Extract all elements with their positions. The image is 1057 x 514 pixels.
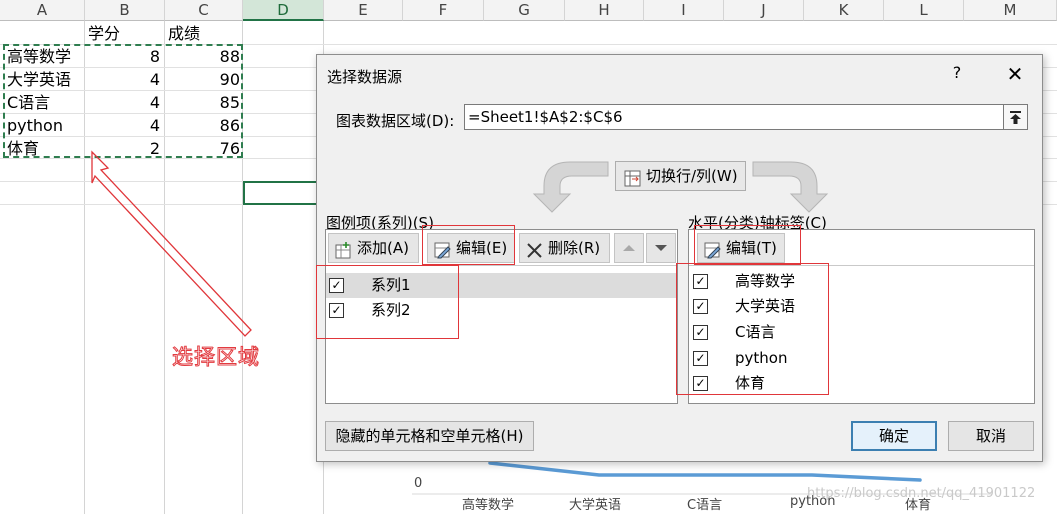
triangle-down-icon <box>655 245 667 251</box>
chart-category: 大学英语 <box>569 498 622 513</box>
axis-labels-panel: 编辑(T) ✓ 高等数学 ✓ 大学英语 ✓ C语言 ✓ python ✓ 体育 <box>688 229 1035 404</box>
col-header-i[interactable]: I <box>644 0 724 21</box>
edit-series-label: 编辑(E) <box>456 239 508 257</box>
annotation-arrow-icon <box>91 150 252 337</box>
category-name: C语言 <box>735 323 776 341</box>
right-curved-arrow-icon <box>752 161 829 213</box>
col-header-k[interactable]: K <box>804 0 884 21</box>
series-row[interactable]: ✓ 系列1 <box>326 273 677 298</box>
series-name: 系列2 <box>371 301 411 319</box>
category-row[interactable]: ✓ C语言 <box>689 320 1034 345</box>
category-checkbox[interactable]: ✓ <box>693 325 708 340</box>
close-button[interactable]: ✕ <box>1001 61 1029 87</box>
axis-toolbar: 编辑(T) <box>689 230 1034 266</box>
category-name: 大学英语 <box>735 297 796 315</box>
category-checkbox[interactable]: ✓ <box>693 274 708 289</box>
delete-series-button[interactable]: 删除(R) <box>519 233 610 263</box>
switch-row-column-label: 切换行/列(W) <box>646 167 738 185</box>
upload-arrow-icon <box>1010 110 1021 124</box>
category-name: 高等数学 <box>735 272 796 290</box>
cancel-button[interactable]: 取消 <box>948 421 1034 451</box>
chart-y-tick: 0 <box>414 476 423 491</box>
category-row[interactable]: ✓ 体育 <box>689 371 1034 396</box>
category-checkbox[interactable]: ✓ <box>693 299 708 314</box>
category-name: 体育 <box>735 374 766 392</box>
screen: A B C D E F G H I J K L M 学分 成绩 高等数学 8 8… <box>0 0 1057 514</box>
add-series-button[interactable]: 添加(A) <box>328 233 419 263</box>
series-checkbox[interactable]: ✓ <box>329 303 344 318</box>
col-header-e[interactable]: E <box>324 0 403 21</box>
category-row[interactable]: ✓ 高等数学 <box>689 269 1034 294</box>
series-row[interactable]: ✓ 系列2 <box>326 298 677 323</box>
add-table-icon <box>335 240 352 268</box>
ok-button[interactable]: 确定 <box>851 421 937 451</box>
switch-grid-icon <box>624 168 641 196</box>
annotation-label: 选择区域 <box>172 345 260 370</box>
col-header-m[interactable]: M <box>964 0 1057 21</box>
collapse-dialog-button[interactable] <box>1003 104 1028 130</box>
edit-pencil-icon <box>434 240 451 268</box>
legend-series-panel: 添加(A) 编辑(E) 删除(R) ✓ 系列1 ✓ 系列2 <box>325 229 678 404</box>
col-header-h[interactable]: H <box>565 0 644 21</box>
move-up-button[interactable] <box>614 233 644 263</box>
col-header-j[interactable]: J <box>724 0 804 21</box>
move-down-button[interactable] <box>646 233 676 263</box>
category-row[interactable]: ✓ python <box>689 346 1034 371</box>
chart-category: 高等数学 <box>462 498 515 513</box>
edit-pencil-icon <box>704 240 721 268</box>
select-data-source-dialog: 选择数据源 ? ✕ 图表数据区域(D): =Sheet1!$A$2:$C$6 切… <box>316 54 1043 462</box>
edit-axis-labels-label: 编辑(T) <box>726 239 777 257</box>
triangle-up-icon <box>623 245 635 251</box>
chart-category: C语言 <box>687 498 723 513</box>
dialog-title: 选择数据源 <box>327 68 403 86</box>
category-checkbox[interactable]: ✓ <box>693 376 708 391</box>
range-label: 图表数据区域(D): <box>336 112 455 130</box>
chart-range-input[interactable]: =Sheet1!$A$2:$C$6 <box>464 104 1004 130</box>
col-header-g[interactable]: G <box>484 0 565 21</box>
delete-series-label: 删除(R) <box>548 239 601 257</box>
category-checkbox[interactable]: ✓ <box>693 351 708 366</box>
edit-series-button[interactable]: 编辑(E) <box>427 233 515 263</box>
add-series-label: 添加(A) <box>357 239 409 257</box>
watermark: https://blog.csdn.net/qq_41901122 <box>807 486 1036 501</box>
col-header-f[interactable]: F <box>403 0 484 21</box>
legend-toolbar: 添加(A) 编辑(E) 删除(R) <box>326 230 677 266</box>
hidden-empty-cells-button[interactable]: 隐藏的单元格和空单元格(H) <box>325 421 534 451</box>
category-name: python <box>735 349 788 367</box>
left-curved-arrow-icon <box>532 161 609 213</box>
category-row[interactable]: ✓ 大学英语 <box>689 294 1034 319</box>
series-checkbox[interactable]: ✓ <box>329 278 344 293</box>
switch-row-column-button[interactable]: 切换行/列(W) <box>615 161 746 191</box>
delete-x-icon <box>526 240 543 268</box>
help-button[interactable]: ? <box>947 63 967 85</box>
series-name: 系列1 <box>371 276 411 294</box>
col-header-l[interactable]: L <box>884 0 964 21</box>
edit-axis-labels-button[interactable]: 编辑(T) <box>697 233 785 263</box>
